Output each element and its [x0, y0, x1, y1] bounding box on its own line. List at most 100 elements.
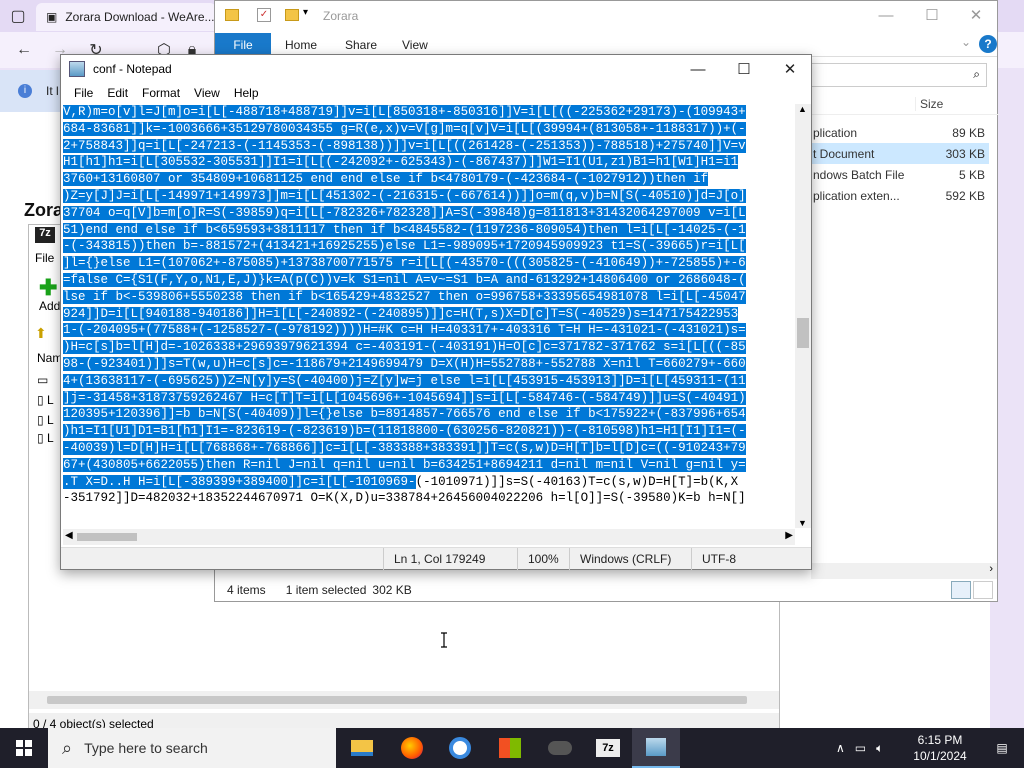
notepad-taskbar-icon[interactable] [632, 728, 680, 768]
maximize-button[interactable]: ☐ [721, 55, 767, 83]
add-icon[interactable]: ✚ [39, 277, 57, 299]
windows-logo-icon [16, 740, 32, 756]
list-item-label: L [46, 413, 54, 427]
maximize-button[interactable]: ☐ [909, 1, 955, 29]
quick-access-dropdown-icon[interactable]: ▾ [303, 7, 308, 18]
network-icon[interactable]: ▭ [855, 741, 866, 755]
text-line: )Z=y[J]J=i[L[-149971+149973]]m=i[L[45130… [63, 188, 793, 205]
app-taskbar-icon[interactable] [536, 728, 584, 768]
scroll-thumb[interactable] [797, 318, 809, 348]
text-line: =false C={S1(F,Y,o,N1,E,J)}k=A(p(C))v=k … [63, 272, 793, 289]
minimize-button[interactable]: — [863, 1, 909, 29]
sevenzip-hscrollbar[interactable] [29, 691, 779, 709]
notepad-text-area[interactable]: V,R)m=o[v]l=J[m]o=i[L[-488718+488719]]v=… [63, 104, 793, 528]
large-icons-view-icon[interactable] [973, 581, 993, 599]
selected-text: 67+(430805+6622055)then R=nil J=nil q=ni… [63, 457, 746, 472]
file-row[interactable]: plication exten... 592 KB [799, 185, 989, 206]
text-line: 2+758843]]q=i[L[-247213-(-1145353-(-8981… [63, 138, 793, 155]
selected-text: 3760+13160807 or 354809+10681125 end end… [63, 172, 709, 187]
tab-actions-icon[interactable]: ▢ [4, 2, 32, 30]
menu-format[interactable]: Format [135, 86, 187, 100]
text-line: 67+(430805+6622055)then R=nil J=nil q=ni… [63, 457, 793, 474]
notifications-icon[interactable]: ▤ [980, 728, 1024, 768]
sevenzip-taskbar-icon[interactable]: 7z [584, 728, 632, 768]
back-icon[interactable]: ← [10, 36, 38, 64]
notepad-hscrollbar[interactable]: ◀ ▶ [63, 529, 795, 545]
scroll-thumb[interactable] [77, 533, 137, 541]
file-row[interactable]: ndows Batch File 5 KB [799, 164, 989, 185]
minimize-button[interactable]: — [675, 55, 721, 83]
close-button[interactable]: ✕ [767, 55, 813, 83]
file-icon: ▭ [37, 373, 49, 387]
text-line: 51)end end else if b<659593+3811117 then… [63, 222, 793, 239]
file-row[interactable]: plication 89 KB [799, 122, 989, 143]
sevenzip-file-menu[interactable]: File [35, 251, 54, 265]
size-column-header[interactable]: Size [915, 97, 943, 111]
browser-taskbar-icon[interactable] [436, 728, 484, 768]
selected-text: 37704 o=q[V]b=m[o]R=S(-39859)q=i[L[-7823… [63, 205, 746, 220]
properties-icon[interactable]: ✓ [257, 8, 271, 22]
list-item[interactable]: ▯ L [37, 393, 54, 407]
text-line: -351792]]D=482032+18352244670971 O=K(X,D… [63, 490, 793, 507]
clock-time: 6:15 PM [917, 733, 963, 747]
menu-help[interactable]: Help [227, 86, 266, 100]
selected-text: 924]]D=i[L[940188-940186]]H=i[L[-240892-… [63, 306, 739, 321]
file-explorer-taskbar-icon[interactable] [338, 728, 386, 768]
menu-view[interactable]: View [187, 86, 227, 100]
store-taskbar-icon[interactable] [486, 728, 534, 768]
text-line: -40039)l=D[H]H=i[L[768868+-768866]]c=i[L… [63, 440, 793, 457]
scroll-up-icon[interactable]: ▲ [798, 104, 807, 114]
taskbar-search-placeholder: Type here to search [84, 740, 208, 756]
firefox-taskbar-icon[interactable] [388, 728, 436, 768]
selected-text: 98-(-923401)]]s=T(w,u)H=c[s]c=-118679+21… [63, 356, 746, 371]
new-folder-icon[interactable] [285, 9, 299, 21]
selected-text: ]j=-31458+31873759262467 H=c[T]T=i[L[104… [63, 390, 746, 405]
text-line: 924]]D=i[L[940188-940186]]H=i[L[-240892-… [63, 306, 793, 323]
list-item[interactable]: ▭ [37, 373, 48, 387]
selected-text: 684-83681]]k=-1003666+35129780034355 g=R… [63, 121, 746, 136]
clock[interactable]: 6:15 PM 10/1/2024 [900, 732, 980, 764]
explorer-title: Zorara [323, 9, 359, 23]
unselected-text: -351792]]D=482032+18352244670971 O=K(X,D… [63, 491, 746, 506]
file-size: 89 KB [952, 125, 985, 140]
help-icon[interactable]: ? [979, 35, 997, 53]
encoding: UTF-8 [691, 548, 811, 570]
list-item[interactable]: ▯ L [37, 431, 54, 445]
menu-edit[interactable]: Edit [100, 86, 135, 100]
browser-tab[interactable]: ▣ Zorara Download - WeAre... [36, 3, 216, 31]
info-bar: i It l [0, 70, 60, 112]
explorer-hscrollbar[interactable]: › [811, 563, 997, 579]
menu-file[interactable]: File [67, 86, 100, 100]
scroll-thumb[interactable] [47, 696, 747, 704]
text-cursor-icon [441, 632, 447, 648]
volume-icon[interactable]: 🔈︎ [876, 741, 883, 756]
ribbon-expand-icon[interactable]: ⌄ [961, 35, 971, 49]
text-line: )H=c[s]b=l[H]d=-1026338+29693979621394 c… [63, 339, 793, 356]
selected-text: 2+758843]]q=i[L[-247213-(-1145353-(-8981… [63, 138, 746, 153]
show-hidden-icons-icon[interactable]: ∧ [836, 741, 845, 755]
selected-text: 120395+120396]]=b b=N[S(-40409)]l={}else… [63, 407, 746, 422]
scroll-right-icon[interactable]: › [989, 563, 993, 575]
scroll-left-icon[interactable]: ◀ [65, 530, 73, 541]
search-input[interactable]: ⌕ [811, 63, 987, 87]
name-column-header[interactable]: Nam [37, 351, 62, 365]
file-type: plication [813, 125, 858, 140]
notepad-vscrollbar[interactable]: ▲ ▼ [795, 104, 811, 528]
details-view-icon[interactable] [951, 581, 971, 599]
taskbar-search-box[interactable]: ⌕ Type here to search [48, 728, 336, 768]
folder-up-icon[interactable]: ⬆ [35, 325, 47, 342]
file-row[interactable]: t Document 303 KB [799, 143, 989, 164]
selected-text: 4+(13638117-(-695625))Z=N[y]y=S(-40400)j… [63, 373, 746, 388]
film-icon: ▣ [46, 10, 58, 24]
scroll-down-icon[interactable]: ▼ [798, 518, 807, 528]
notepad-menubar: File Edit Format View Help [61, 83, 811, 103]
list-item[interactable]: ▯ L [37, 413, 54, 427]
start-button[interactable] [0, 728, 48, 768]
folder-icon [225, 9, 239, 21]
clock-date: 10/1/2024 [913, 749, 967, 763]
item-count: 4 items [227, 583, 266, 597]
file-icon: ▯ [37, 431, 47, 445]
close-button[interactable]: ✕ [953, 1, 999, 29]
scroll-right-icon[interactable]: ▶ [785, 530, 793, 541]
page-heading: Zora [24, 200, 64, 220]
